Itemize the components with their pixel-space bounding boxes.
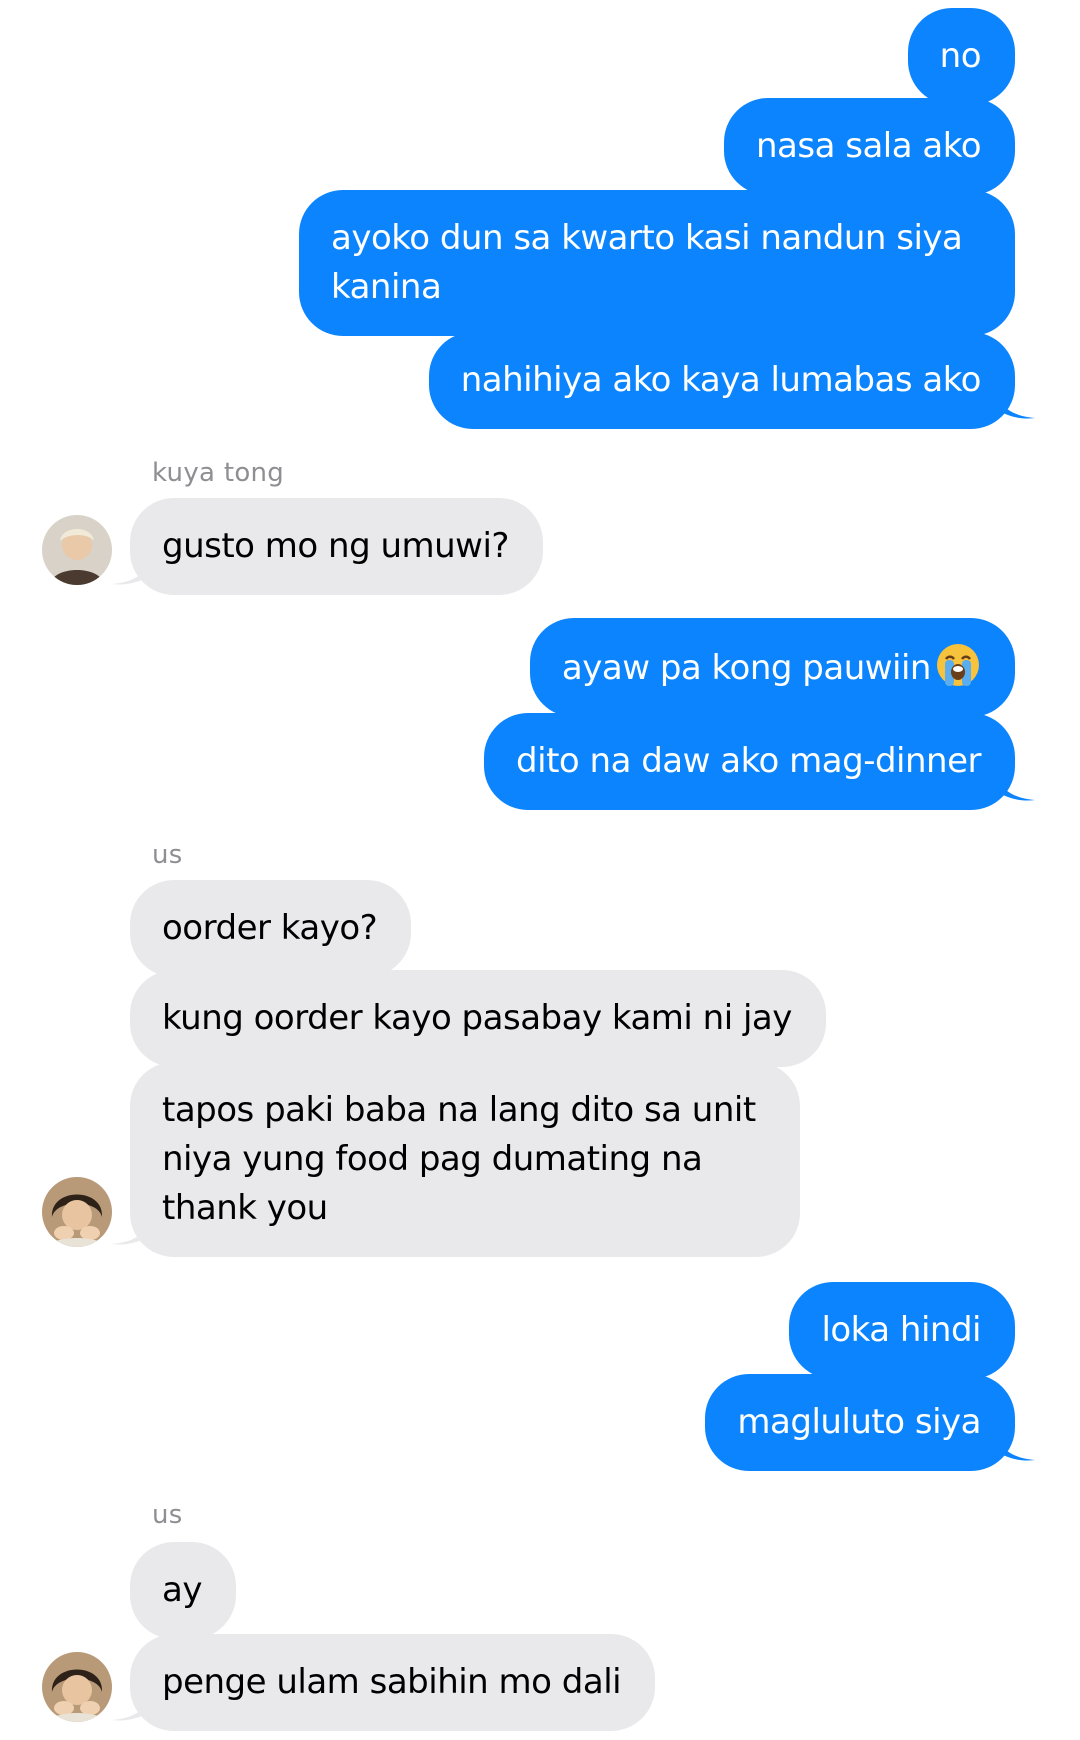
incoming-message-bubble[interactable]: tapos paki baba na lang dito sa unit niy… [130,1062,800,1257]
avatar[interactable] [42,1652,112,1722]
incoming-message-bubble[interactable]: ay [130,1542,236,1639]
message-thread: no nasa sala ako ayoko dun sa kwarto kas… [0,0,1080,1740]
incoming-message-bubble[interactable]: gusto mo ng umuwi? [130,498,543,595]
avatar-photo-icon [42,515,112,585]
outgoing-message-bubble[interactable]: no [907,8,1015,105]
incoming-message-bubble[interactable]: oorder kayo? [130,880,412,977]
avatar[interactable] [42,1177,112,1247]
sender-name-label: us [152,1500,183,1530]
outgoing-message-bubble[interactable]: dito na daw ako mag-dinner [484,713,1015,810]
outgoing-message-bubble[interactable]: nahihiya ako kaya lumabas ako [428,332,1015,429]
outgoing-message-bubble[interactable]: ayaw pa kong pauwiin [529,618,1015,717]
sender-name-label: kuya tong [152,458,285,488]
outgoing-message-bubble[interactable]: ayoko dun sa kwarto kasi nandun siya kan… [299,190,1015,336]
outgoing-message-bubble[interactable]: magluluto siya [705,1374,1015,1471]
avatar-photo-icon [42,1177,112,1247]
incoming-message-bubble[interactable]: kung oorder kayo pasabay kami ni jay [130,970,826,1067]
outgoing-bubble-tail [995,768,1035,801]
message-text: ayaw pa kong pauwiin [561,648,932,688]
outgoing-bubble-tail [995,386,1035,419]
crying-face-icon [937,644,979,686]
outgoing-message-bubble[interactable]: nasa sala ako [724,98,1015,195]
avatar-photo-icon [42,1652,112,1722]
incoming-message-bubble[interactable]: penge ulam sabihin mo dali [130,1634,656,1731]
outgoing-message-bubble[interactable]: loka hindi [789,1282,1015,1379]
avatar[interactable] [42,515,112,585]
incoming-bubble-tail [112,1688,152,1721]
outgoing-bubble-tail [995,1428,1035,1461]
incoming-bubble-tail [112,552,152,585]
sender-name-label: us [152,840,183,870]
incoming-bubble-tail [112,1212,152,1245]
